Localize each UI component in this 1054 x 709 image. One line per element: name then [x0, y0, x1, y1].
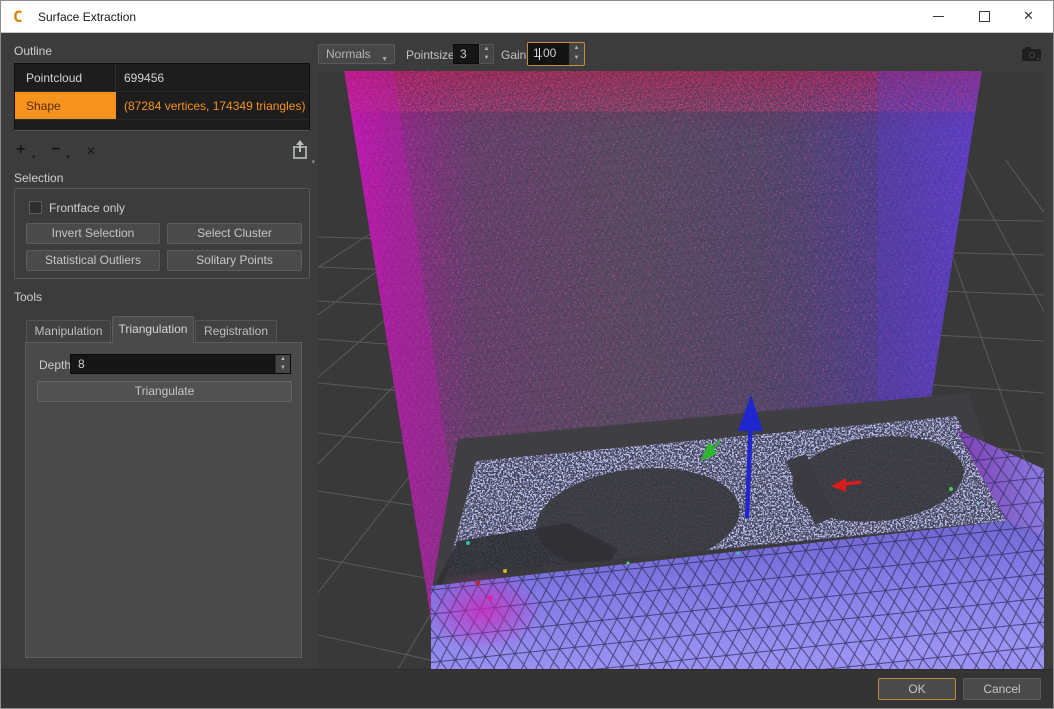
select-cluster-button[interactable]: Select Cluster — [167, 223, 302, 244]
titlebar[interactable]: C Surface Extraction ✕ — [1, 1, 1053, 33]
minimize-button[interactable] — [915, 1, 961, 32]
maximize-icon — [979, 11, 990, 22]
maximize-button[interactable] — [961, 1, 1007, 32]
tab-manipulation[interactable]: Manipulation — [26, 320, 111, 342]
triangulate-button[interactable]: Triangulate — [37, 381, 292, 402]
remove-icon[interactable]: − — [51, 141, 60, 159]
pointcloud-name-cell[interactable]: Pointcloud — [15, 64, 116, 91]
solitary-points-button[interactable]: Solitary Points — [167, 250, 302, 271]
shape-value-cell: (87284 vertices, 174349 triangles) — [116, 92, 309, 119]
export-button[interactable]: ▾ — [292, 142, 312, 164]
tools-section-label: Tools — [14, 290, 42, 304]
triangulation-tab-pane: Depth 8 ▲ ▼ Triangulate — [25, 342, 302, 658]
depth-spinner[interactable]: ▲ ▼ — [275, 355, 290, 373]
footer-bar: OK Cancel — [1, 669, 1053, 709]
remove-caret-icon[interactable]: ▾ — [66, 153, 70, 161]
minimize-icon — [933, 16, 944, 17]
camera-dot-icon — [1037, 58, 1039, 60]
add-caret-icon[interactable]: ▾ — [32, 153, 36, 161]
viewport-3d-scene[interactable] — [318, 71, 1044, 669]
spin-down-icon[interactable]: ▼ — [276, 364, 290, 373]
gain-input[interactable]: 1.00 — [528, 43, 569, 65]
frontface-only-checkbox[interactable] — [29, 201, 42, 214]
spin-down-icon[interactable]: ▼ — [480, 54, 493, 63]
dropdown-arrow-icon: ▼ — [381, 51, 388, 69]
spin-up-icon[interactable]: ▲ — [480, 45, 493, 54]
normals-dropdown[interactable]: Normals ▼ — [318, 44, 395, 64]
table-row-pointcloud[interactable]: Pointcloud 699456 — [15, 64, 309, 92]
spin-up-icon[interactable]: ▲ — [276, 355, 290, 364]
pointsize-label: Pointsize — [406, 48, 455, 62]
depth-input[interactable]: 8 ▲ ▼ — [70, 354, 291, 374]
gain-label: Gain — [501, 48, 526, 62]
outline-toolbar: + ▾ − ▾ ✕ ▾ — [1, 139, 318, 167]
add-icon[interactable]: + — [16, 141, 25, 159]
pointsize-input[interactable]: 3 — [453, 44, 479, 64]
snapshot-button[interactable] — [1022, 47, 1041, 61]
outline-section-label: Outline — [14, 44, 52, 58]
spin-up-icon[interactable]: ▲ — [569, 43, 584, 53]
invert-selection-button[interactable]: Invert Selection — [26, 223, 160, 244]
normals-dropdown-value: Normals — [326, 47, 371, 61]
pointcloud-value-cell: 699456 — [116, 64, 309, 91]
pointsize-value: 3 — [460, 47, 467, 61]
camera-bump-icon — [1025, 47, 1031, 51]
surface-extraction-window: C Surface Extraction ✕ Outline Pointclou… — [0, 0, 1054, 709]
depth-value: 8 — [78, 357, 85, 371]
pink-highlight — [425, 571, 541, 651]
gain-spinner[interactable]: ▲ ▼ — [569, 43, 584, 65]
gain-input-group[interactable]: 1.00 ▲ ▼ — [527, 42, 585, 66]
text-cursor — [539, 48, 540, 60]
cancel-button[interactable]: Cancel — [963, 678, 1041, 700]
app-logo-icon: C — [13, 8, 30, 25]
export-arrowhead-icon — [296, 140, 304, 145]
export-caret-icon[interactable]: ▾ — [311, 158, 315, 166]
selection-section-label: Selection — [14, 171, 63, 185]
close-icon: ✕ — [1023, 8, 1034, 24]
viewport-3d[interactable] — [318, 71, 1044, 669]
axis-x-arrow[interactable] — [845, 482, 861, 484]
selection-group: Frontface only Invert Selection Select C… — [14, 188, 310, 279]
gain-value: 1.00 — [533, 46, 556, 60]
delete-icon[interactable]: ✕ — [86, 144, 96, 158]
table-row-shape[interactable]: Shape (87284 vertices, 174349 triangles) — [15, 92, 309, 120]
pointsize-spinner[interactable]: ▲ ▼ — [479, 44, 494, 64]
tab-registration[interactable]: Registration — [195, 320, 277, 342]
camera-lens-icon — [1029, 52, 1035, 58]
tab-triangulation[interactable]: Triangulation — [112, 316, 194, 343]
shape-name-cell[interactable]: Shape — [15, 92, 116, 119]
frontface-only-label: Frontface only — [49, 201, 125, 215]
window-title: Surface Extraction — [38, 10, 136, 24]
outline-table[interactable]: Pointcloud 699456 Shape (87284 vertices,… — [14, 63, 310, 131]
depth-label: Depth — [39, 358, 71, 372]
statistical-outliers-button[interactable]: Statistical Outliers — [26, 250, 160, 271]
spin-down-icon[interactable]: ▼ — [569, 53, 584, 63]
ok-button[interactable]: OK — [878, 678, 956, 700]
close-button[interactable]: ✕ — [1007, 1, 1053, 32]
